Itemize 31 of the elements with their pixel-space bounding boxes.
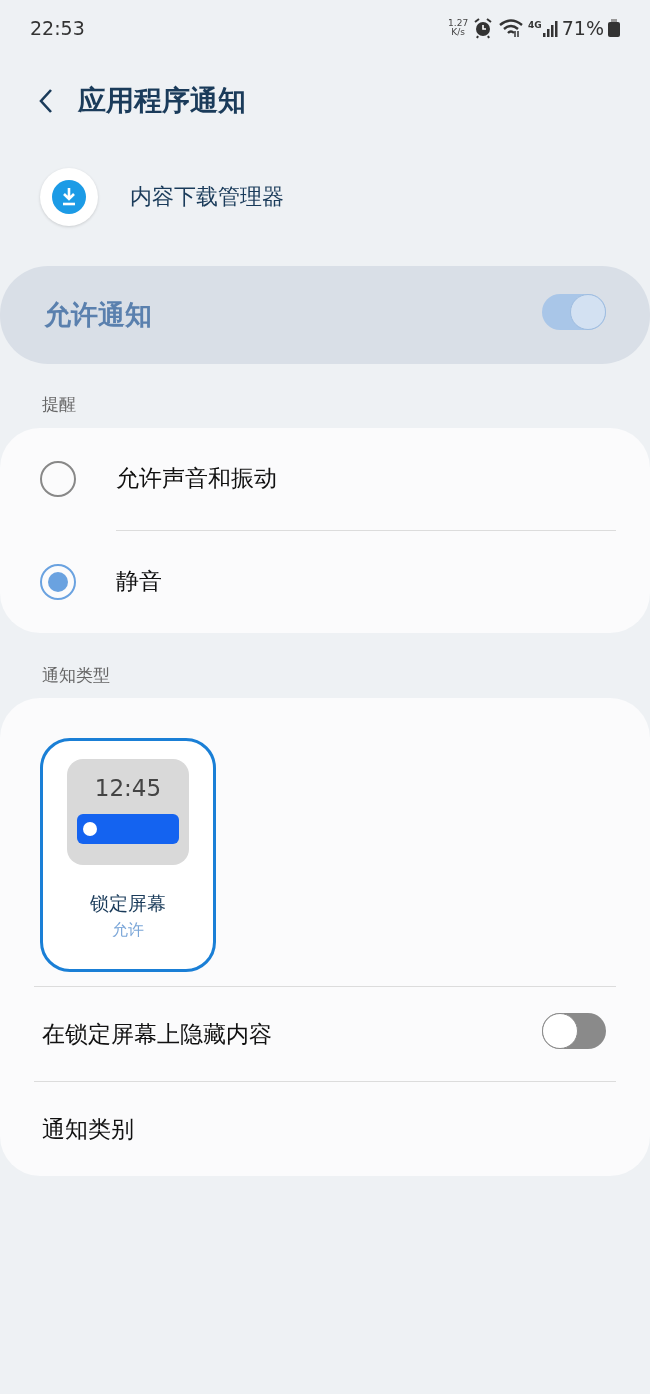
settings-row[interactable]: 通知类别 [0, 1082, 650, 1176]
page-title: 应用程序通知 [78, 83, 246, 119]
option-status: 允许 [111, 918, 145, 941]
preview-time: 12:45 [93, 774, 163, 803]
radio-button[interactable] [40, 460, 76, 497]
option-label: 允许声音和振动 [116, 464, 277, 494]
setting-label: 通知类别 [42, 1114, 134, 1144]
battery-level: 71% [561, 15, 604, 41]
wifi-icon [498, 17, 525, 39]
setting-label: 在锁定屏幕上隐藏内容 [42, 1019, 272, 1049]
option-label: 锁定屏幕 [89, 891, 167, 916]
radio-button[interactable] [40, 563, 76, 600]
lock-screen-option[interactable]: 12:45 锁定屏幕 允许 [40, 738, 216, 972]
toggle-switch[interactable] [542, 1012, 606, 1049]
app-name: 内容下载管理器 [130, 183, 284, 211]
network-type: 4G [528, 19, 542, 32]
app-icon [40, 168, 98, 226]
toggle-switch[interactable] [542, 293, 606, 330]
radio-option[interactable]: 静音 [0, 530, 650, 633]
back-icon[interactable] [38, 88, 54, 114]
allow-notifications-label: 允许通知 [44, 297, 152, 332]
network-speed-unit: K/s [450, 28, 466, 37]
section-heading: 提醒 [41, 393, 77, 416]
option-label: 静音 [116, 567, 162, 597]
signal-icon [541, 19, 558, 37]
status-time: 22:53 [30, 15, 85, 41]
radio-option[interactable]: 允许声音和振动 [0, 427, 650, 530]
network-speed: 1.27 [448, 19, 469, 28]
settings-row[interactable]: 在锁定屏幕上隐藏内容 [0, 987, 650, 1081]
section-heading: 通知类型 [41, 663, 111, 687]
battery-icon [608, 19, 620, 37]
